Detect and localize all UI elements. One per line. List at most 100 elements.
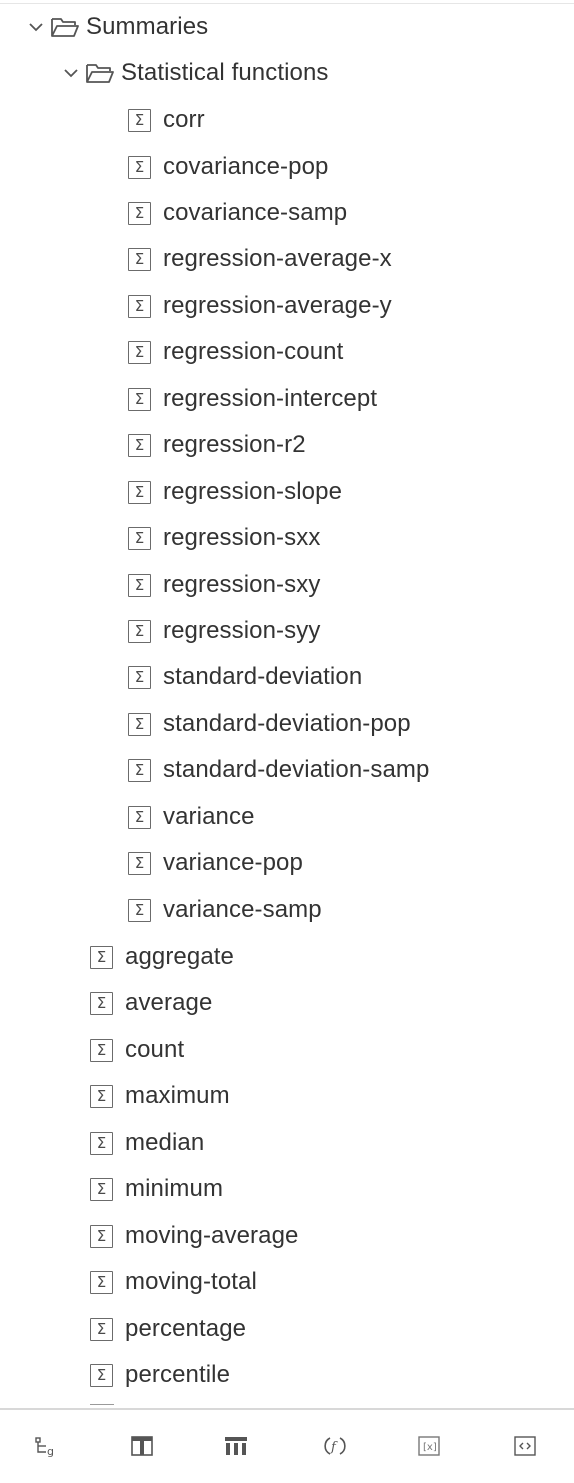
tree-item-label: moving-total xyxy=(125,1268,257,1295)
summary-function-icon: Σ xyxy=(128,526,151,550)
tree-item-function[interactable]: Σcount xyxy=(90,1027,184,1073)
chevron-down-icon[interactable] xyxy=(63,65,79,81)
tree-item-function[interactable]: Σmoving-average xyxy=(90,1213,299,1259)
tree-item-function[interactable]: Σregression-count xyxy=(128,329,343,375)
tree-item-function[interactable]: Σpercentile xyxy=(90,1352,230,1398)
tree-item-label: standard-deviation xyxy=(163,663,363,690)
source-tree-icon[interactable]: g xyxy=(34,1434,60,1458)
tree-item-function[interactable]: Σmaximum xyxy=(90,1073,230,1119)
tree-item-label: regression-slope xyxy=(163,478,343,505)
tree-item-label: aggregate xyxy=(125,943,234,970)
summary-function-icon: Σ xyxy=(90,945,113,969)
tree-node-statistical-functions[interactable]: Statistical functions xyxy=(63,50,329,96)
tree-item-function[interactable]: Σcovariance-pop xyxy=(128,144,329,190)
summary-function-icon: Σ xyxy=(128,294,151,318)
summary-function-icon: Σ xyxy=(90,1177,113,1201)
tree-item-function[interactable]: Σregression-syy xyxy=(128,608,320,654)
tree-item-label: variance xyxy=(163,803,255,830)
svg-text:g: g xyxy=(47,1445,54,1458)
tree-item-label: average xyxy=(125,989,213,1016)
tree-item-function[interactable]: Σcovariance-samp xyxy=(128,190,347,236)
tree-item-function[interactable]: Σaverage xyxy=(90,980,212,1026)
tree-item-label: standard-deviation-samp xyxy=(163,756,430,783)
svg-text:[x]: [x] xyxy=(423,1442,437,1453)
tree-item-label: percentile xyxy=(125,1361,231,1388)
tree-item-label: median xyxy=(125,1129,205,1156)
tree-item-function[interactable]: Σregression-sxx xyxy=(128,515,320,561)
tree-item-label: percentage xyxy=(125,1315,247,1342)
tree-item-function[interactable]: Σregression-slope xyxy=(128,469,342,515)
tree-item-function[interactable]: Σmedian xyxy=(90,1120,204,1166)
summary-function-icon: Σ xyxy=(128,201,151,225)
tree-view: Summaries Statistical functions Σcorr Σc… xyxy=(0,0,574,1408)
folder-open-icon xyxy=(86,64,114,83)
tree-item-label: maximum xyxy=(125,1082,230,1109)
tree-item-label: regression-r2 xyxy=(163,431,306,458)
summary-function-icon: Σ xyxy=(128,665,151,689)
tree-item-function[interactable]: Σaggregate xyxy=(90,934,234,980)
tree-item-label: minimum xyxy=(125,1175,224,1202)
tree-item-label: variance-samp xyxy=(163,896,322,923)
tree-item-label: regression-sxy xyxy=(163,571,321,598)
tree-node-summaries[interactable]: Summaries xyxy=(28,4,208,50)
tree-item-label: covariance-samp xyxy=(163,199,348,226)
tree-item-label: count xyxy=(125,1036,185,1063)
tree-item-label: regression-syy xyxy=(163,617,321,644)
summary-function-icon: Σ xyxy=(128,851,151,875)
summary-function-icon: Σ xyxy=(90,1317,113,1341)
summary-function-icon: Σ xyxy=(128,387,151,411)
tree-node-label: Summaries xyxy=(86,13,209,40)
summary-function-icon: Σ xyxy=(90,991,113,1015)
tree-item-function[interactable]: Σstandard-deviation xyxy=(128,654,362,700)
summary-function-icon: Σ xyxy=(128,712,151,736)
summary-function-icon: Σ xyxy=(90,1270,113,1294)
macro-icon[interactable] xyxy=(512,1434,538,1458)
tree-item-function[interactable]: Σvariance-samp xyxy=(128,887,322,933)
table-columns-icon[interactable] xyxy=(223,1434,249,1458)
tree-node-label: Statistical functions xyxy=(121,59,329,86)
tree-item-function[interactable]: Σmoving-total xyxy=(90,1259,257,1305)
summary-function-icon: Σ xyxy=(90,1038,113,1062)
svg-text:f: f xyxy=(330,1440,338,1455)
chevron-down-icon[interactable] xyxy=(28,19,44,35)
tree-item-label: variance-pop xyxy=(163,849,303,876)
summary-function-icon: Σ xyxy=(90,1224,113,1248)
tree-item-function[interactable]: Σminimum xyxy=(90,1166,223,1212)
folder-open-icon xyxy=(51,18,79,37)
tree-item-function[interactable]: Σvariance-pop xyxy=(128,840,303,886)
tree-item-function[interactable]: Σregression-average-y xyxy=(128,283,392,329)
tree-item-label: standard-deviation-pop xyxy=(163,710,411,737)
summary-function-icon: Σ xyxy=(128,898,151,922)
summary-function-icon: Σ xyxy=(128,247,151,271)
tree-item-label: corr xyxy=(163,106,205,133)
data-item-icon[interactable] xyxy=(129,1434,155,1458)
summary-function-icon: Σ xyxy=(128,155,151,179)
tree-item-label: regression-count xyxy=(163,338,344,365)
parameter-icon[interactable]: [x] xyxy=(416,1434,442,1458)
tree-item-function[interactable]: Σregression-r2 xyxy=(128,422,306,468)
summary-function-icon: Σ xyxy=(128,108,151,132)
summary-function-icon: Σ xyxy=(128,619,151,643)
tree-item-function[interactable]: Σcorr xyxy=(128,97,205,143)
tree-item-function[interactable]: Σpercentage xyxy=(90,1306,246,1352)
summary-function-icon: Σ xyxy=(90,1084,113,1108)
summary-function-icon: Σ xyxy=(128,805,151,829)
tree-item-label: regression-intercept xyxy=(163,385,378,412)
tree-item-label: regression-average-x xyxy=(163,245,392,272)
summary-function-icon: Σ xyxy=(90,1131,113,1155)
tree-item-label: regression-average-y xyxy=(163,292,392,319)
tree-item-function[interactable]: Σvariance xyxy=(128,794,255,840)
tree-item-function[interactable]: Σstandard-deviation-samp xyxy=(128,747,429,793)
summary-function-icon: Σ xyxy=(128,758,151,782)
summary-function-icon: Σ xyxy=(128,573,151,597)
tree-item-function[interactable]: Σstandard-deviation-pop xyxy=(128,701,411,747)
tree-item-label: covariance-pop xyxy=(163,153,329,180)
tree-item-label: moving-average xyxy=(125,1222,299,1249)
summary-function-icon: Σ xyxy=(90,1363,113,1387)
tree-item-function[interactable]: Σregression-intercept xyxy=(128,376,377,422)
tree-item-function[interactable]: Σregression-sxy xyxy=(128,562,320,608)
bottom-toolbar: g f [x] xyxy=(0,1408,574,1483)
function-icon[interactable]: f xyxy=(322,1434,348,1458)
summary-function-icon: Σ xyxy=(128,340,151,364)
tree-item-function[interactable]: Σregression-average-x xyxy=(128,236,392,282)
